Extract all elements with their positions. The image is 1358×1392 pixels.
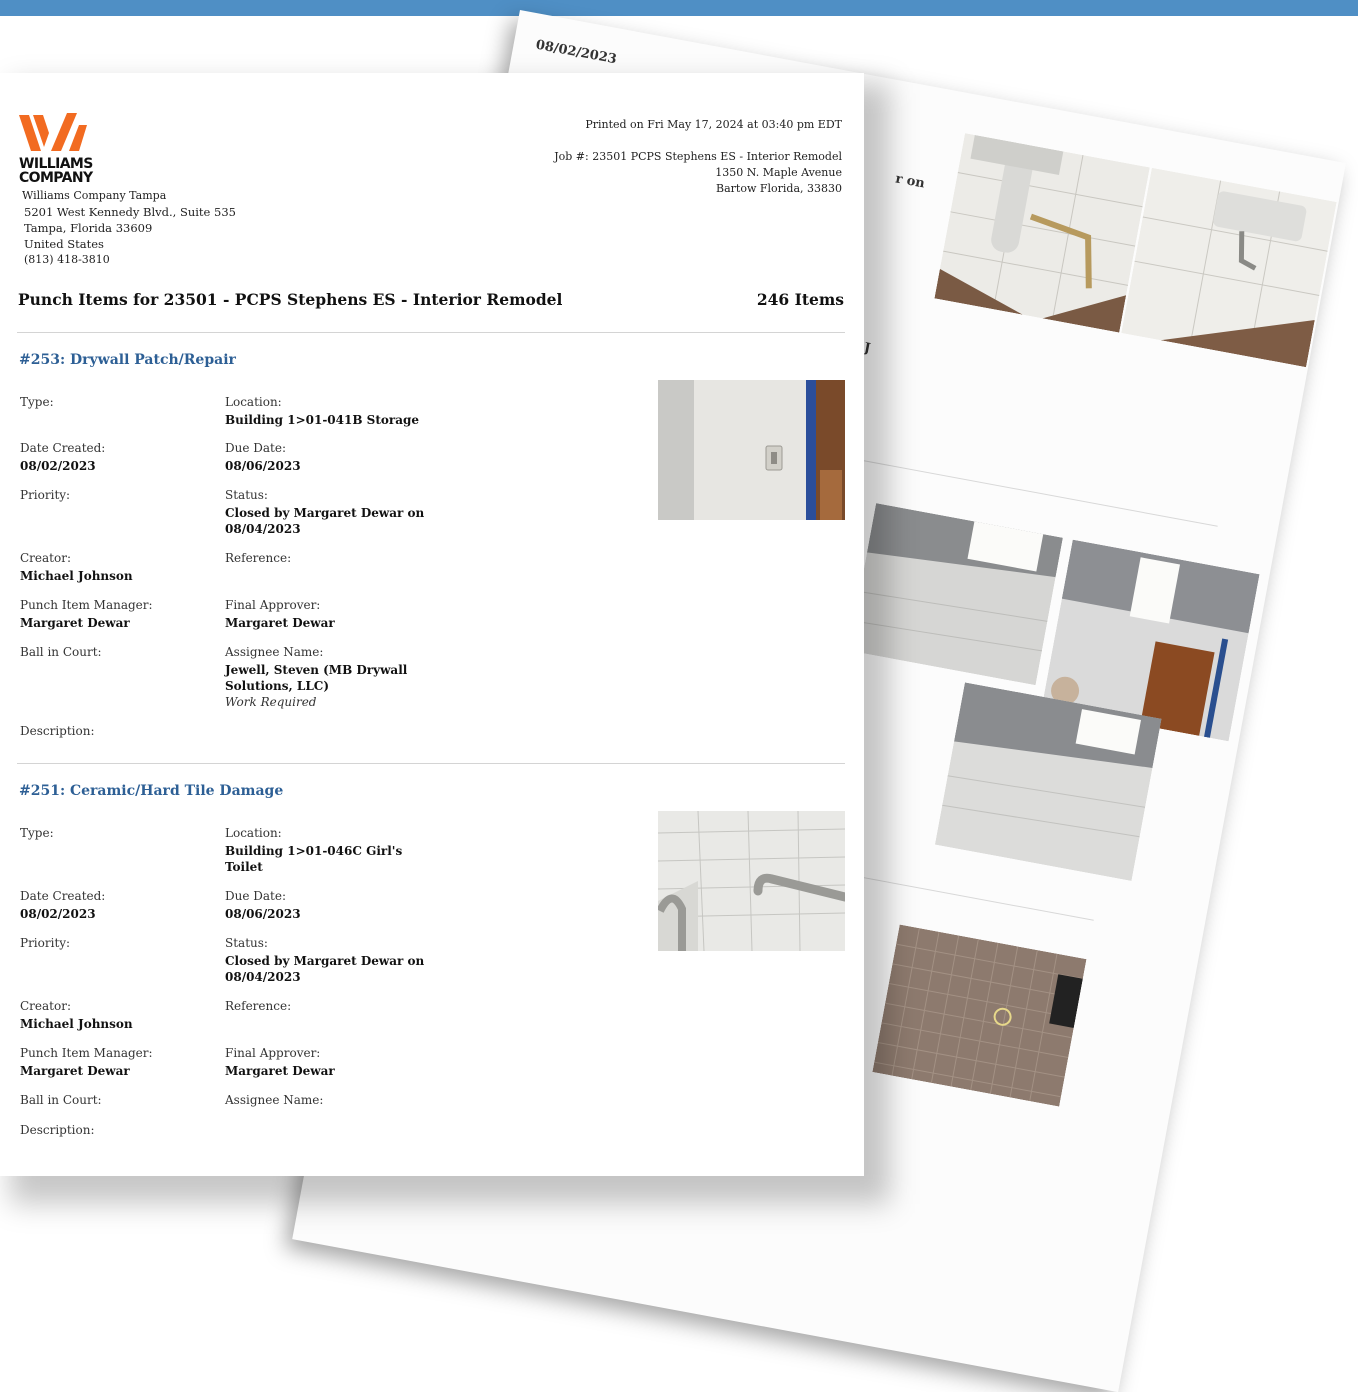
- location-label: Location:: [225, 395, 282, 409]
- description-label: Description:: [20, 1123, 95, 1137]
- top-accent-bar: [0, 0, 1358, 16]
- status-value: Closed by Margaret Dewar on: [225, 506, 425, 520]
- sink-wall-photo: [1121, 167, 1337, 368]
- job-street: 1350 N. Maple Avenue: [715, 166, 842, 179]
- company-city: Tampa, Florida 33609: [24, 221, 153, 235]
- priority-label: Priority:: [20, 936, 71, 950]
- type-label: Type:: [20, 395, 54, 409]
- final-approver-value: Margaret Dewar: [225, 616, 335, 630]
- punch-item-heading[interactable]: #253: Drywall Patch/Repair: [19, 352, 236, 368]
- company-logo-mark: [19, 113, 87, 151]
- status-label: Status:: [225, 936, 268, 950]
- creator-label: Creator:: [20, 999, 71, 1013]
- company-logo: WILLIAMS COMPANY: [19, 113, 93, 185]
- status-value: Closed by Margaret Dewar on: [225, 954, 425, 968]
- reference-label: Reference:: [225, 999, 292, 1013]
- final-approver-label: Final Approver:: [225, 1046, 321, 1060]
- punch-item-manager-value: Margaret Dewar: [20, 616, 130, 630]
- job-number: Job #: 23501 PCPS Stephens ES - Interior…: [554, 150, 842, 163]
- final-approver-value: Margaret Dewar: [225, 1064, 335, 1078]
- back-page-date: 08/02/2023: [534, 37, 618, 68]
- logo-word-company: COMPANY: [19, 170, 93, 186]
- punch-item-heading[interactable]: #251: Ceramic/Hard Tile Damage: [19, 783, 283, 799]
- priority-label: Priority:: [20, 488, 71, 502]
- punch-item-manager-label: Punch Item Manager:: [20, 1046, 153, 1060]
- company-phone: (813) 418-3810: [24, 253, 110, 266]
- print-info: Printed on Fri May 17, 2024 at 03:40 pm …: [554, 117, 842, 197]
- due-date-value: 08/06/2023: [225, 907, 301, 921]
- header-divider: [17, 332, 845, 333]
- date-created-label: Date Created:: [20, 889, 106, 903]
- date-created-value: 08/02/2023: [20, 459, 96, 473]
- reference-label: Reference:: [225, 551, 292, 565]
- date-created-value: 08/02/2023: [20, 907, 96, 921]
- punch-item-manager-value: Margaret Dewar: [20, 1064, 130, 1078]
- ball-in-court-label: Ball in Court:: [20, 645, 102, 659]
- back-page-text-fragment: r on: [894, 171, 926, 192]
- front-page: WILLIAMS COMPANY Williams Company Tampa …: [0, 73, 864, 1176]
- floor-tile-photo: [872, 924, 1087, 1107]
- company-address: Williams Company Tampa 5201 West Kennedy…: [22, 188, 236, 268]
- status-label: Status:: [225, 488, 268, 502]
- final-approver-label: Final Approver:: [225, 598, 321, 612]
- due-date-label: Due Date:: [225, 441, 287, 455]
- location-label: Location:: [225, 826, 282, 840]
- due-date-value: 08/06/2023: [225, 459, 301, 473]
- creator-label: Creator:: [20, 551, 71, 565]
- ball-in-court-label: Ball in Court:: [20, 1093, 102, 1107]
- item-divider: [17, 763, 845, 764]
- company-country: United States: [24, 237, 104, 251]
- punch-item-manager-label: Punch Item Manager:: [20, 598, 153, 612]
- company-street: 5201 West Kennedy Blvd., Suite 535: [24, 205, 236, 219]
- tile-grab-bar-photo[interactable]: [658, 811, 845, 951]
- description-label: Description:: [20, 724, 95, 738]
- location-value: Building 1>01-046C Girl's: [225, 844, 403, 858]
- assignee-value: Jewell, Steven (MB Drywall: [225, 663, 408, 677]
- status-value-date: 08/04/2023: [225, 970, 301, 984]
- logo-word-williams: WILLIAMS: [19, 156, 93, 172]
- assignee-label: Assignee Name:: [225, 645, 324, 659]
- printed-on-text: Printed on Fri May 17, 2024 at 03:40 pm …: [585, 118, 842, 131]
- assignee-label: Assignee Name:: [225, 1093, 324, 1107]
- assignee-status-note: Work Required: [225, 695, 317, 709]
- location-value: Building 1>01-041B Storage: [225, 413, 420, 427]
- creator-value: Michael Johnson: [20, 1017, 133, 1031]
- drywall-photo[interactable]: [658, 380, 845, 520]
- item-count: 246 Items: [756, 290, 844, 309]
- company-name: Williams Company Tampa: [22, 189, 167, 202]
- report-title: Punch Items for 23501 - PCPS Stephens ES…: [18, 290, 563, 309]
- location-value-room: Toilet: [225, 860, 263, 874]
- sink-pipe-photo: [934, 133, 1150, 333]
- creator-value: Michael Johnson: [20, 569, 133, 583]
- type-label: Type:: [20, 826, 54, 840]
- restroom-wall-photo: [934, 682, 1162, 882]
- due-date-label: Due Date:: [225, 889, 287, 903]
- status-value-date: 08/04/2023: [225, 522, 301, 536]
- assignee-value-company: Solutions, LLC): [225, 679, 329, 693]
- date-created-label: Date Created:: [20, 441, 106, 455]
- job-city: Bartow Florida, 33830: [716, 182, 842, 195]
